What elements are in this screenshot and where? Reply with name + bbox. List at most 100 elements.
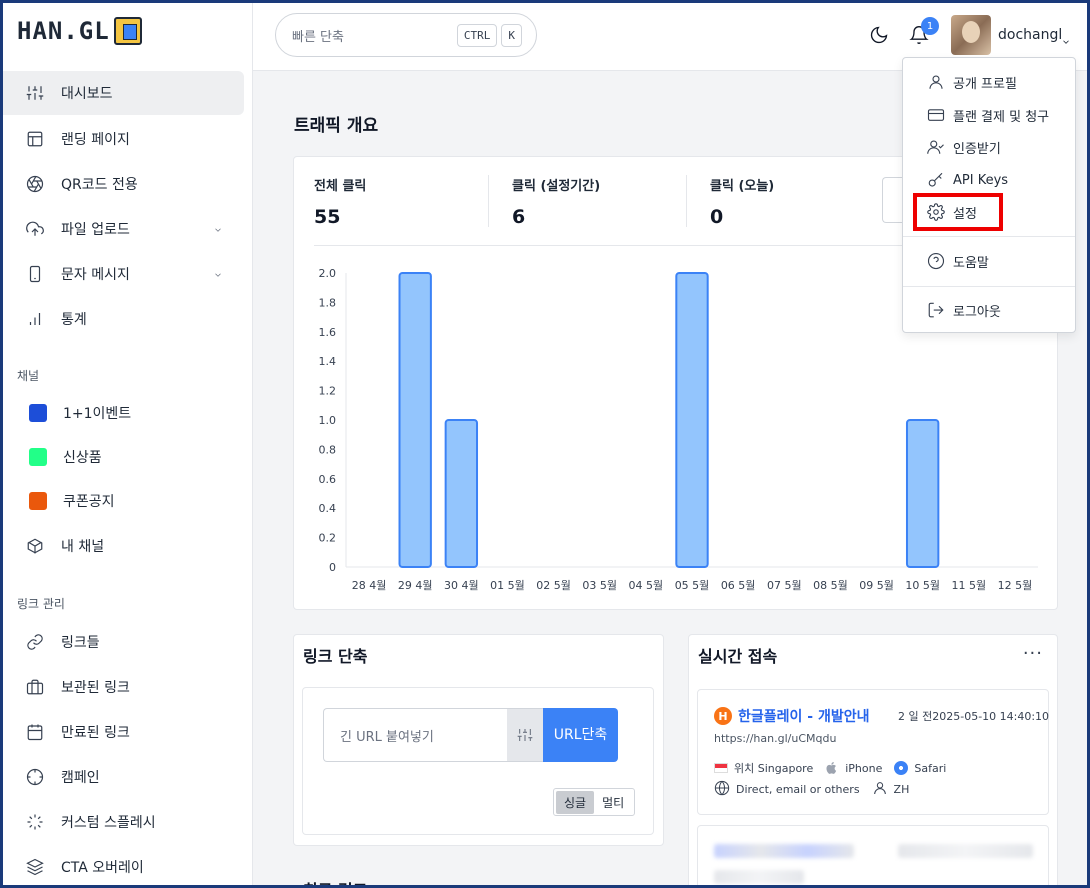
user-check-icon (927, 140, 944, 154)
key-icon (928, 172, 943, 187)
x-tick-label: 06 5월 (721, 579, 756, 592)
y-tick-label: 0.2 (319, 532, 337, 545)
sidebar-item-links[interactable]: 링크들 (3, 620, 253, 664)
menu-item-verify[interactable]: 인증받기 (903, 132, 1075, 162)
x-tick-label: 04 5월 (629, 579, 664, 592)
stat-divider (488, 175, 489, 227)
chevron-down-icon[interactable] (213, 223, 225, 235)
sidebar-item-label: 대시보드 (61, 86, 113, 102)
sidebar-item-label: 신상품 (63, 450, 102, 466)
sidebar-item-label: 통계 (61, 312, 87, 328)
sidebar-item-campaign[interactable]: 캠페인 (3, 755, 253, 799)
sidebar-item-label: 내 채널 (61, 539, 105, 555)
sidebar-item-sms[interactable]: 문자 메시지 (3, 252, 253, 296)
visit-item[interactable]: H 한글플레이 - 개발안내 2 일 전2025-05-10 14:40:10 … (697, 689, 1049, 815)
menu-item-logout[interactable]: 로그아웃 (903, 295, 1075, 325)
stat-value: 55 (314, 206, 341, 228)
more-options-icon[interactable]: ··· (1023, 643, 1043, 664)
sliders-icon (517, 729, 533, 741)
realtime-title: 실시간 접속 (698, 647, 778, 666)
blurred-content (714, 844, 854, 858)
sidebar-item-landing-page[interactable]: 랜딩 페이지 (3, 117, 253, 161)
sidebar-item-label: 보관된 링크 (61, 680, 130, 696)
sidebar-item-cta[interactable]: CTA 오버레이 (3, 845, 253, 885)
sidebar-item-dashboard[interactable]: 대시보드 (3, 71, 244, 115)
sidebar-channel-new-products[interactable]: 신상품 (3, 435, 253, 479)
sidebar-item-label: 커스텀 스플레시 (61, 815, 156, 831)
avatar[interactable] (951, 15, 991, 55)
shorten-form: 긴 URL 붙여넣기 URL단축 싱글 멀티 (302, 687, 654, 835)
layers-icon (25, 857, 45, 877)
visit-language: ZH (893, 783, 910, 796)
stat-today-clicks: 클릭 (오늘) 0 (710, 175, 774, 228)
url-input[interactable]: 긴 URL 붙여넣기 (323, 708, 507, 762)
chart-bar (444, 419, 479, 568)
layout-icon (25, 129, 45, 149)
y-tick-label: 1.6 (319, 326, 337, 339)
crosshair-icon (25, 767, 45, 787)
stat-divider (686, 175, 687, 227)
x-tick-label: 28 4월 (352, 579, 387, 592)
shorten-url-button[interactable]: URL단축 (543, 708, 618, 762)
sidebar-item-label: 1+1이벤트 (63, 406, 132, 422)
y-tick-label: 0 (329, 561, 336, 574)
sidebar-item-file-upload[interactable]: 파일 업로드 (3, 207, 253, 251)
menu-item-label: API Keys (953, 172, 1009, 188)
stat-label: 클릭 (오늘) (710, 179, 775, 194)
visit-meta-row: 위치 Singapore iPhone Safari (714, 760, 946, 776)
chevron-down-icon[interactable] (1061, 32, 1071, 51)
y-tick-label: 1.0 (319, 414, 337, 427)
sidebar-item-label: 쿠폰공지 (63, 494, 115, 510)
toggle-multi[interactable]: 멀티 (594, 791, 632, 814)
menu-item-label: 공개 프로필 (953, 76, 1017, 92)
y-tick-label: 0.8 (319, 443, 337, 456)
chart-bar (905, 419, 940, 568)
menu-item-public-profile[interactable]: 공개 프로필 (903, 67, 1075, 97)
y-tick-label: 0.6 (319, 473, 337, 486)
x-tick-label: 10 5월 (905, 579, 940, 592)
sidebar-item-expired[interactable]: 만료된 링크 (3, 710, 253, 754)
logout-icon (928, 302, 944, 318)
sidebar-item-stats[interactable]: 통계 (3, 297, 253, 341)
search-input[interactable]: 빠른 단축 CTRL K (275, 13, 537, 57)
menu-item-api-keys[interactable]: API Keys (903, 165, 1075, 195)
sidebar-item-archived[interactable]: 보관된 링크 (3, 665, 253, 709)
phone-icon (25, 264, 45, 284)
username[interactable]: dochangl (998, 27, 1062, 43)
section-title-links: 링크 관리 (17, 597, 65, 611)
x-tick-label: 12 5월 (998, 579, 1033, 592)
menu-item-billing[interactable]: 플랜 결제 및 청구 (903, 100, 1075, 130)
stat-label: 전체 클릭 (314, 179, 367, 194)
kbd-k: K (501, 23, 522, 47)
visit-title[interactable]: 한글플레이 - 개발안내 (738, 706, 869, 726)
chevron-down-icon[interactable] (213, 268, 225, 280)
y-tick-label: 0.4 (319, 502, 337, 515)
x-tick-label: 11 5월 (951, 579, 986, 592)
apple-icon (825, 761, 839, 775)
visit-item-blurred[interactable] (697, 825, 1049, 885)
highlight-box (913, 193, 1003, 231)
logo[interactable]: HAN.GL (17, 17, 142, 45)
sidebar-item-qr[interactable]: QR코드 전용 (3, 162, 253, 206)
menu-item-label: 로그아웃 (953, 304, 1001, 320)
sidebar-item-splash[interactable]: 커스텀 스플레시 (3, 800, 253, 844)
toggle-single[interactable]: 싱글 (556, 790, 595, 814)
x-tick-label: 29 4월 (398, 579, 433, 592)
visit-location: 위치 Singapore (734, 762, 814, 775)
sidebar-channel-coupon[interactable]: 쿠폰공지 (3, 479, 253, 523)
sidebar-channel-event[interactable]: 1+1이벤트 (3, 391, 253, 435)
x-tick-label: 09 5월 (859, 579, 894, 592)
visit-time: 2 일 전2025-05-10 14:40:10 (898, 710, 1050, 723)
sidebar-item-my-channel[interactable]: 내 채널 (3, 524, 253, 568)
logo-text: HAN.GL (17, 17, 110, 45)
y-tick-label: 2.0 (319, 267, 337, 280)
sidebar-item-label: CTA 오버레이 (61, 860, 144, 876)
moon-icon[interactable] (869, 25, 891, 47)
menu-divider (903, 236, 1075, 237)
logo-cube-icon (113, 17, 142, 45)
sidebar-item-label: 만료된 링크 (61, 725, 130, 741)
menu-item-help[interactable]: 도움말 (903, 246, 1075, 276)
sidebar-item-label: 캠페인 (61, 770, 100, 786)
bar-chart-icon (25, 309, 45, 329)
url-options-button[interactable] (507, 708, 543, 762)
